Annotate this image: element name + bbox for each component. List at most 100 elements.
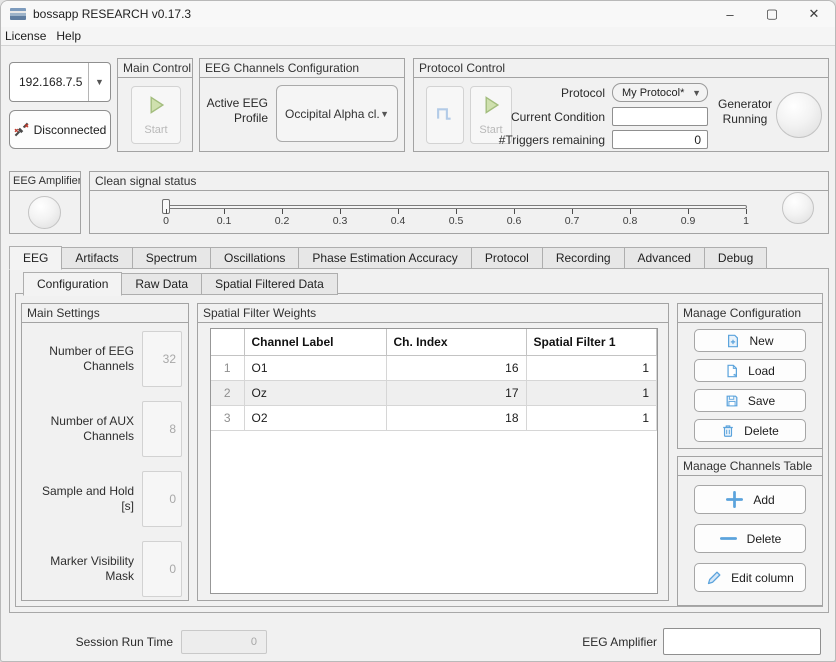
tab-debug[interactable]: Debug [705,247,767,269]
app-icon [10,8,26,20]
maximize-button[interactable]: ▢ [751,1,793,27]
subtab-configuration[interactable]: Configuration [23,272,122,296]
plus-icon [725,490,744,509]
table-header-row: Channel LabelCh. IndexSpatial Filter 1 [211,329,657,355]
spatial-filter-cell[interactable]: 1 [526,405,657,430]
setting-field-number-of-eeg-channels: 32 [142,331,182,387]
ip-address-value: 192.168.7.5 [10,63,88,101]
protocol-control-panel: Protocol Control Start Protocol My Proto… [413,58,829,152]
subtab-raw-data[interactable]: Raw Data [122,273,202,295]
pulse-icon [435,103,455,128]
button-label: Add [753,493,774,507]
subtab-spatial-filtered-data[interactable]: Spatial Filtered Data [202,273,338,295]
slider-tick-0.8: 0.8 [610,209,650,227]
session-run-time-field: 0 [181,630,267,654]
setting-label: Marker Visibility Mask [28,554,134,584]
title-bar: bossapp RESEARCH v0.17.3 – ▢ ✕ [1,1,835,27]
chevron-down-icon: ▼ [692,88,701,98]
clean-signal-title: Clean signal status [90,172,828,191]
protocol-control-title: Protocol Control [414,59,828,78]
clean-signal-panel: Clean signal status 00.10.20.30.40.50.60… [89,171,829,234]
channels-table-wrapper: Channel LabelCh. IndexSpatial Filter 1 1… [210,328,658,594]
channel-label-cell[interactable]: O1 [244,355,386,380]
setting-field-sample-and-hold-s: 0 [142,471,182,527]
ip-dropdown-arrow[interactable]: ▼ [88,63,110,101]
slider-tick-0.6: 0.6 [494,209,534,227]
column-header-channel-label[interactable]: Channel Label [244,329,386,355]
eeg-amplifier-label: EEG Amplifier [567,635,657,649]
minimize-button[interactable]: – [709,1,751,27]
delete-button[interactable]: Delete [694,419,806,442]
edit-column-button[interactable]: Edit column [694,563,806,592]
manage-configuration-buttons: New Load Save Delete [678,323,822,442]
tab-eeg[interactable]: EEG [9,246,62,270]
ch-index-cell[interactable]: 18 [386,405,526,430]
protocol-dropdown[interactable]: My Protocol* ▼ [612,83,708,102]
generator-running-label: Generator Running [712,97,778,127]
button-label: New [749,334,773,348]
setting-row-marker-visibility-mask: Marker Visibility Mask0 [28,540,182,598]
spatial-filter-weights-panel: Spatial Filter Weights Channel LabelCh. … [197,303,669,601]
add-button[interactable]: Add [694,485,806,514]
column-header-spatial-filter-1[interactable]: Spatial Filter 1 [526,329,657,355]
channel-label-cell[interactable]: O2 [244,405,386,430]
ch-index-cell[interactable]: 17 [386,380,526,405]
eeg-amplifier-panel: EEG Amplifier [9,171,81,234]
sub-tabs: ConfigurationRaw DataSpatial Filtered Da… [23,272,338,295]
disconnected-button[interactable]: Disconnected [9,110,111,149]
menu-bar: License Help [1,27,835,46]
channel-label-cell[interactable]: Oz [244,380,386,405]
eeg-amplifier-title: EEG Amplifier [10,172,80,191]
tab-artifacts[interactable]: Artifacts [62,247,132,269]
setting-label: Sample and Hold [s] [28,484,134,514]
manage-configuration-panel: Manage Configuration New Load Save Delete [677,303,823,449]
trigger-pulse-button[interactable] [426,86,464,144]
main-settings-title: Main Settings [22,304,188,323]
tab-recording[interactable]: Recording [543,247,625,269]
new-button[interactable]: New [694,329,806,352]
triggers-remaining-label: #Triggers remaining [495,133,605,148]
main-start-label: Start [144,124,167,136]
button-label: Delete [744,424,779,438]
spatial-filter-cell[interactable]: 1 [526,380,657,405]
current-condition-field[interactable] [612,107,708,126]
tab-oscillations[interactable]: Oscillations [211,247,299,269]
tab-spectrum[interactable]: Spectrum [133,247,211,269]
row-number-header [211,329,244,355]
column-header-ch-index[interactable]: Ch. Index [386,329,526,355]
spatial-filter-cell[interactable]: 1 [526,355,657,380]
clean-signal-slider[interactable]: 00.10.20.30.40.50.60.70.80.91 [165,205,747,209]
row-number: 3 [211,405,244,430]
ip-address-combo[interactable]: 192.168.7.5 ▼ [9,62,111,102]
save-icon [725,394,739,408]
eeg-amplifier-field[interactable] [663,628,821,655]
delete-button[interactable]: Delete [694,524,806,553]
triggers-remaining-field[interactable]: 0 [612,130,708,149]
load-button[interactable]: Load [694,359,806,382]
slider-tick-0.1: 0.1 [204,209,244,227]
menu-license[interactable]: License [1,29,51,43]
session-run-time-label: Session Run Time [59,635,173,649]
setting-row-number-of-aux-channels: Number of AUX Channels8 [28,400,182,458]
active-eeg-profile-value: Occipital Alpha cl... [285,107,380,121]
setting-row-number-of-eeg-channels: Number of EEG Channels32 [28,330,182,388]
tab-protocol[interactable]: Protocol [472,247,543,269]
ch-index-cell[interactable]: 16 [386,355,526,380]
main-start-button[interactable]: Start [131,86,181,144]
slider-tick-0.9: 0.9 [668,209,708,227]
tab-phase-estimation-accuracy[interactable]: Phase Estimation Accuracy [299,247,471,269]
manage-configuration-title: Manage Configuration [678,304,822,323]
chevron-down-icon: ▼ [95,77,104,87]
close-button[interactable]: ✕ [793,1,835,27]
slider-tick-0.4: 0.4 [378,209,418,227]
row-number: 1 [211,355,244,380]
generator-running-lamp [776,92,822,138]
menu-help[interactable]: Help [51,29,86,43]
button-label: Delete [747,532,782,546]
active-eeg-profile-dropdown[interactable]: Occipital Alpha cl... ▼ [276,85,398,142]
tab-advanced[interactable]: Advanced [625,247,705,269]
row-number: 2 [211,380,244,405]
connection-status-label: Disconnected [34,123,107,137]
save-button[interactable]: Save [694,389,806,412]
new-file-icon [726,334,740,348]
